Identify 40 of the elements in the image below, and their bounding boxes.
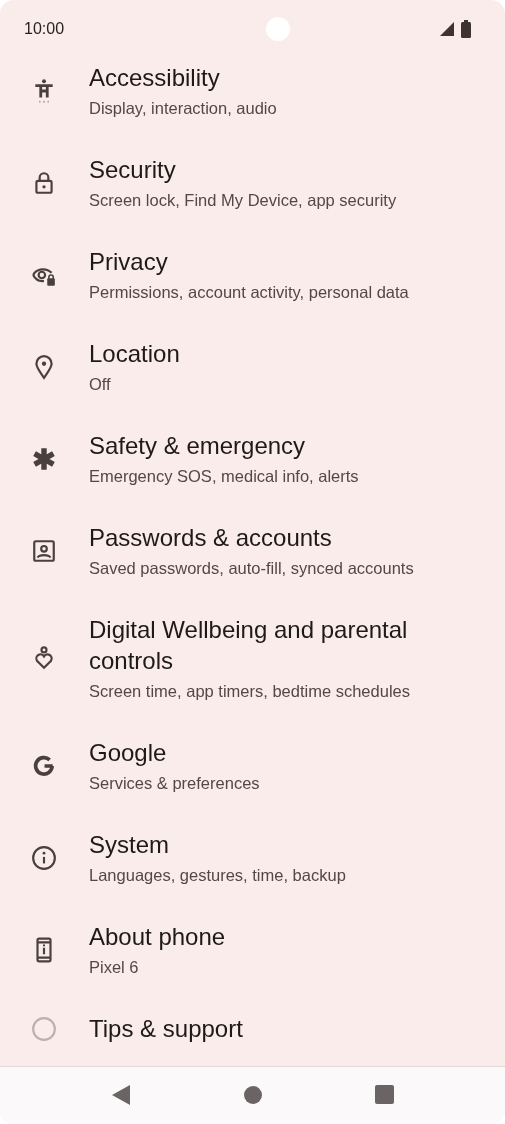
item-title: System [89,830,170,860]
id-card-icon [31,537,57,564]
item-subtitle: Screen lock, Find My Device, app security [89,190,397,211]
item-subtitle: Display, interaction, audio [89,98,277,119]
item-title: Location [89,339,180,369]
settings-item[interactable]: Location Off [0,326,505,418]
settings-item[interactable]: Security Screen lock, Find My Device, app security [0,142,505,234]
info-icon [31,844,57,871]
settings-item[interactable]: Safety & emergency Emergency SOS, medical info, alerts [0,418,505,510]
item-title: Privacy [89,247,169,277]
item-subtitle: Services & preferences [89,773,260,794]
back-icon[interactable] [111,1083,131,1106]
item-subtitle: Emergency SOS, medical info, alerts [89,466,359,487]
settings-item[interactable]: About phone Pixel 6 [0,909,505,1001]
item-title: About phone [89,922,226,952]
item-title: Passwords & accounts [89,523,333,553]
item-title: Tips & support [89,1014,243,1044]
item-subtitle: Saved passwords, auto-fill, synced accounts [89,558,414,579]
item-subtitle: Permissions, account activity, personal data [89,282,409,303]
status-time: 10:00 [24,20,65,38]
settings-item[interactable]: Privacy Permissions, account activity, personal data [0,234,505,326]
home-icon[interactable] [243,1084,263,1105]
settings-item[interactable]: System Languages, gestures, time, backup [0,817,505,909]
item-title: Google [89,738,168,768]
item-title: Accessibility [89,63,221,93]
item-title: Security [89,155,177,185]
item-subtitle: Languages, gestures, time, backup [89,865,346,886]
item-title: Digital Wellbeing and parental controls [89,615,409,676]
settings-item[interactable]: Accessibility Display, interaction, audio [0,50,505,142]
battery-icon [461,20,471,38]
asterisk-icon [31,445,57,472]
item-subtitle: Screen time, app timers, bedtime schedules [89,681,411,702]
settings-item[interactable]: Tips & support [0,1001,505,1067]
settings-item[interactable]: Digital Wellbeing and parental controls Screen time, app timers, bedtime schedules [0,602,505,725]
signal-icon [439,21,455,37]
item-subtitle: Pixel 6 [89,957,140,978]
settings-item[interactable]: Google Services & preferences [0,725,505,817]
item-subtitle: Off [89,374,112,395]
item-title: Safety & emergency [89,431,307,461]
settings-item[interactable]: Passwords & accounts Saved passwords, auto-fill, synced accounts [0,510,505,602]
